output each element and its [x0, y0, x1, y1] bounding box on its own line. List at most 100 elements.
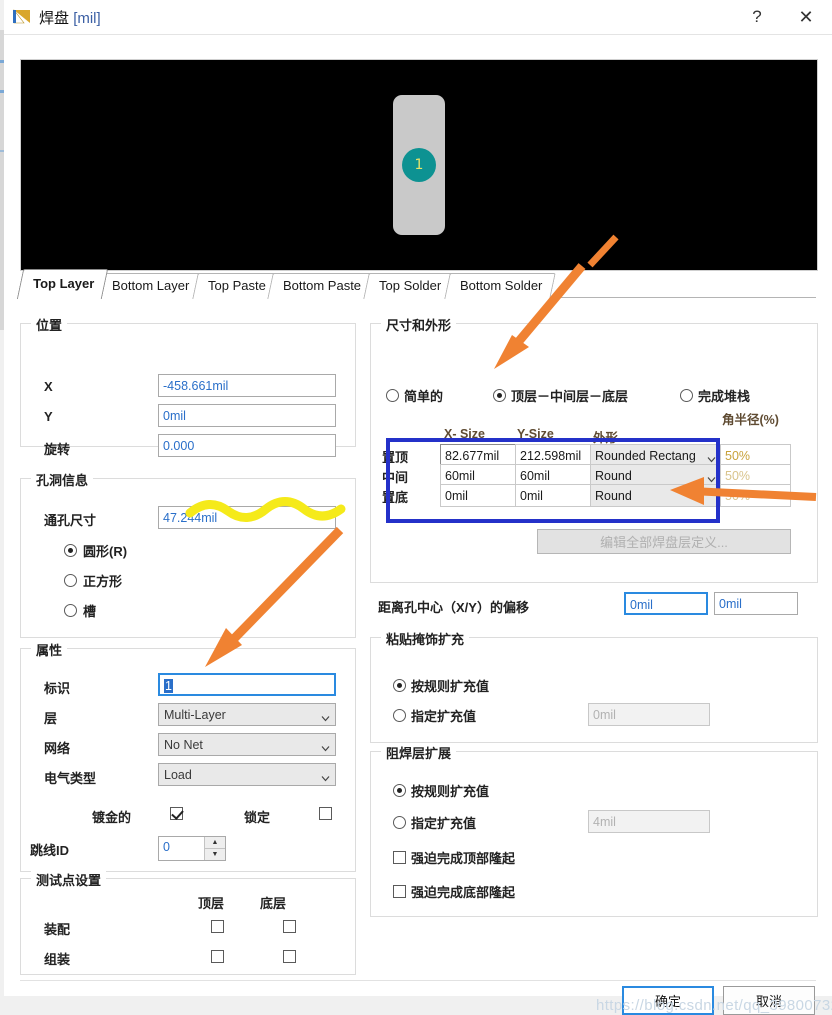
hole-center-offset-label: 距离孔中心（X/Y）的偏移 — [378, 600, 529, 615]
position-group-title: 位置 — [31, 315, 68, 334]
x-label: X — [44, 379, 53, 394]
dialog-content: 1 Top Layer Bottom Layer Top Paste Botto… — [4, 35, 832, 1015]
testpoint-group-title: 测试点设置 — [31, 870, 107, 889]
stepper-down-icon[interactable]: ▼ — [205, 849, 225, 860]
x-input[interactable]: -458.661mil — [158, 374, 336, 397]
plated-checkbox[interactable] — [170, 807, 183, 820]
chevron-down-icon — [321, 770, 330, 782]
size-mode-full-label: 完成堆栈 — [698, 389, 751, 404]
rotation-label: 旋转 — [44, 442, 71, 457]
edit-all-pad-layers-button[interactable]: 编辑全部焊盘层定义... — [537, 529, 791, 554]
hole-shape-slot-radio[interactable] — [64, 604, 77, 617]
plated-label: 镀金的 — [92, 810, 132, 825]
jumper-id-label: 跳线ID — [30, 843, 70, 858]
hole-shape-round-radio[interactable] — [64, 544, 77, 557]
locked-label: 锁定 — [244, 810, 271, 825]
layer-dropdown-value: Multi-Layer — [164, 708, 226, 722]
paste-mask-specify-input[interactable]: 0mil — [588, 703, 710, 726]
force-top-tenting-checkbox[interactable] — [393, 851, 406, 864]
chevron-down-icon — [321, 740, 330, 752]
paste-mask-group-title: 粘贴掩饰扩充 — [381, 629, 470, 648]
pad-properties-dialog: 焊盘 [mil] ? ✕ 1 Top Layer Bottom Layer To… — [4, 0, 832, 1015]
offset-x-input[interactable]: 0mil — [624, 592, 708, 615]
paste-mask-specify-label: 指定扩充值 — [411, 709, 477, 724]
size-mode-simple-radio[interactable] — [386, 389, 399, 402]
window-title-unit: [mil] — [73, 9, 101, 27]
stepper-buttons[interactable]: ▲ ▼ — [204, 837, 225, 860]
layer-dropdown[interactable]: Multi-Layer — [158, 703, 336, 726]
testpoint-col-bottom-label: 底层 — [260, 896, 287, 911]
designator-input[interactable]: 1 — [158, 673, 336, 696]
pad-icon — [12, 7, 32, 27]
locked-checkbox[interactable] — [319, 807, 332, 820]
annotation-blue-rectangle — [386, 438, 720, 523]
bottom-corner-radius-input[interactable]: 50% — [720, 484, 791, 507]
designator-input-value: 1 — [164, 679, 173, 693]
table-header-corner-radius: 角半径(%) — [722, 413, 779, 427]
tab-top-layer[interactable]: Top Layer — [16, 269, 109, 299]
rotation-input[interactable]: 0.000 — [158, 434, 336, 457]
tab-top-paste[interactable]: Top Paste — [191, 273, 280, 299]
solder-mask-rule-label: 按规则扩充值 — [411, 784, 490, 799]
size-mode-stack-radio[interactable] — [493, 389, 506, 402]
tab-top-layer-label: Top Layer — [33, 276, 95, 291]
hole-shape-square-label: 正方形 — [83, 574, 123, 589]
size-mode-stack-label: 顶层－中间层－底层 — [511, 389, 629, 404]
tab-bottom-solder-label: Bottom Solder — [459, 278, 542, 293]
watermark-text: https://blog.csdn.net/qq_39800732 — [596, 997, 832, 1014]
size-mode-simple-label: 简单的 — [404, 389, 444, 404]
solder-mask-specify-radio[interactable] — [393, 816, 406, 829]
pad-number-label: 1 — [414, 157, 424, 173]
layer-label: 层 — [44, 711, 58, 726]
hole-size-input[interactable]: 47.244mil — [158, 506, 336, 529]
testpoint-fabrication-top-checkbox[interactable] — [211, 950, 224, 963]
window-title-text: 焊盘 — [39, 9, 70, 27]
jumper-id-value: 0 — [163, 840, 170, 854]
tab-top-solder[interactable]: Top Solder — [363, 273, 456, 299]
force-bottom-tenting-checkbox[interactable] — [393, 885, 406, 898]
paste-mask-rule-label: 按规则扩充值 — [411, 679, 490, 694]
tab-bottom-layer[interactable]: Bottom Layer — [96, 273, 204, 299]
properties-group-title: 属性 — [31, 640, 68, 659]
offset-y-input[interactable]: 0mil — [714, 592, 798, 615]
electrical-type-dropdown[interactable]: Load — [158, 763, 336, 786]
tab-bottom-paste-label: Bottom Paste — [283, 278, 362, 293]
tab-bottom-layer-label: Bottom Layer — [112, 278, 190, 293]
title-bar-buttons: ? ✕ — [734, 0, 832, 34]
stepper-up-icon[interactable]: ▲ — [205, 837, 225, 849]
size-mode-full-radio[interactable] — [680, 389, 693, 402]
designator-label: 标识 — [44, 681, 71, 696]
testpoint-col-top-label: 顶层 — [198, 896, 225, 911]
net-label: 网络 — [44, 741, 71, 756]
electrical-type-dropdown-value: Load — [164, 768, 192, 782]
tab-bottom-solder[interactable]: Bottom Solder — [443, 273, 556, 299]
solder-mask-specify-input[interactable]: 4mil — [588, 810, 710, 833]
net-dropdown-value: No Net — [164, 738, 203, 752]
pad-shape: 1 — [393, 95, 445, 235]
force-top-tenting-label: 强迫完成顶部隆起 — [411, 851, 516, 866]
jumper-id-stepper[interactable]: 0 ▲ ▼ — [158, 836, 226, 861]
pad-hole: 1 — [402, 148, 436, 182]
hole-shape-slot-label: 槽 — [83, 604, 97, 619]
testpoint-assembly-bottom-checkbox[interactable] — [283, 920, 296, 933]
testpoint-row-fabrication-label: 组装 — [44, 952, 71, 967]
paste-mask-specify-radio[interactable] — [393, 709, 406, 722]
testpoint-group: 测试点设置 — [20, 870, 356, 975]
footer-divider — [20, 980, 816, 981]
chevron-down-icon — [321, 710, 330, 722]
size-shape-group-title: 尺寸和外形 — [381, 315, 457, 334]
help-button[interactable]: ? — [734, 0, 780, 34]
hole-shape-square-radio[interactable] — [64, 574, 77, 587]
y-input[interactable]: 0mil — [158, 404, 336, 427]
solder-mask-group-title: 阻焊层扩展 — [381, 743, 457, 762]
testpoint-fabrication-bottom-checkbox[interactable] — [283, 950, 296, 963]
layer-tabs: Top Layer Bottom Layer Top Paste Bottom … — [16, 269, 556, 299]
pad-preview: 1 — [20, 59, 818, 271]
net-dropdown[interactable]: No Net — [158, 733, 336, 756]
close-icon[interactable]: ✕ — [780, 0, 832, 34]
tab-bottom-paste[interactable]: Bottom Paste — [267, 273, 376, 299]
solder-mask-rule-radio[interactable] — [393, 784, 406, 797]
paste-mask-rule-radio[interactable] — [393, 679, 406, 692]
testpoint-assembly-top-checkbox[interactable] — [211, 920, 224, 933]
title-bar: 焊盘 [mil] ? ✕ — [4, 0, 832, 35]
